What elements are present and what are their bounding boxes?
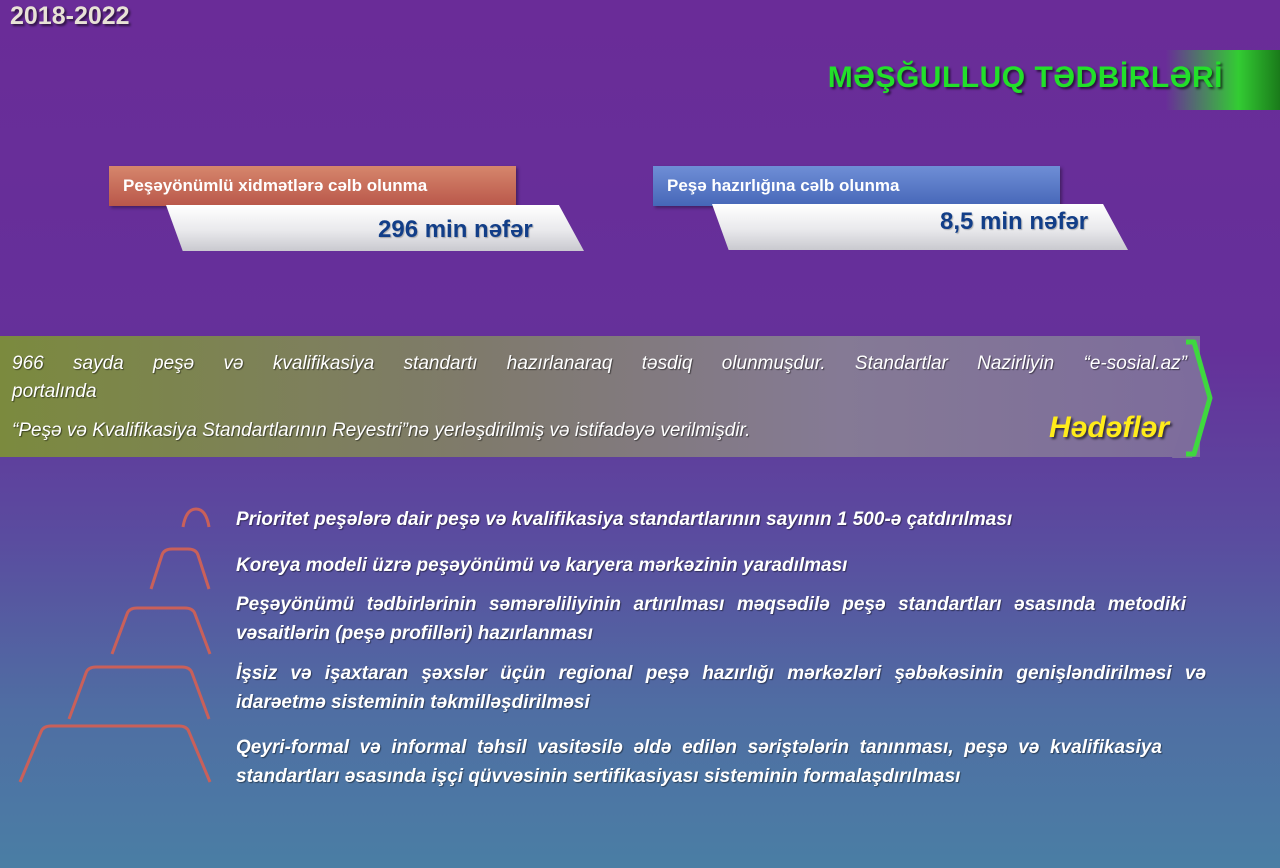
- years-label: 2018-2022: [10, 2, 130, 30]
- arch-icon-2: [149, 547, 211, 590]
- stat-label-career-guidance: Peşəyönümlü xidmətlərə cəlb olunma: [109, 166, 516, 206]
- goals-heading: Hədəflər: [1049, 411, 1170, 444]
- page-title: MƏŞĞULLUQ TƏDBİRLƏRİ: [827, 61, 1223, 94]
- arch-icon-3: [110, 606, 212, 655]
- goal-item-4: İşsiz və işaxtaran şəxslər üçün regional…: [236, 663, 1206, 713]
- achievement-text-line2: portalında: [12, 381, 97, 402]
- stat-label-vocational-training: Peşə hazırlığına cəlb olunma: [653, 166, 1060, 206]
- goal-item-3: Peşəyönümü tədbirlərinin səmərəliliyinin…: [236, 594, 1186, 644]
- stat-value-vocational-training: 8,5 min nəfər: [940, 208, 1089, 235]
- goal-item-1: Prioritet peşələrə dair peşə və kvalifik…: [236, 509, 1013, 530]
- stat-value-career-guidance: 296 min nəfər: [378, 216, 533, 243]
- arch-icon-5: [18, 724, 212, 783]
- arch-icon-1: [181, 507, 211, 528]
- goal-item-5: Qeyri-formal və informal təhsil vasitəsi…: [236, 737, 1162, 787]
- achievement-text-line1: 966 sayda peşə və kvalifikasiya standart…: [12, 353, 1187, 374]
- achievement-text-line3: “Peşə və Kvalifikasiya Standartlarının R…: [12, 420, 751, 441]
- arch-icon-4: [67, 665, 211, 720]
- goal-item-2: Koreya modeli üzrə peşəyönümü və karyera…: [236, 555, 848, 576]
